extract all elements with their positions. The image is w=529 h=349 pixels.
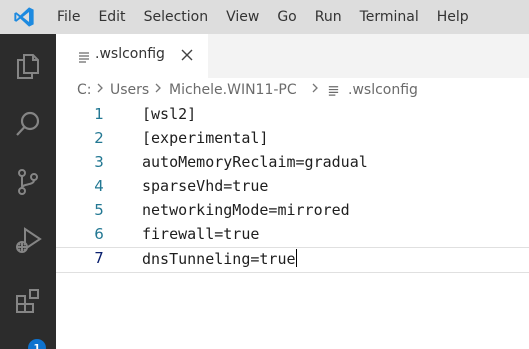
line-number: 3 bbox=[94, 153, 104, 171]
tab-label: .wslconfig bbox=[95, 46, 165, 62]
close-icon[interactable] bbox=[178, 46, 196, 64]
line-number: 5 bbox=[94, 201, 104, 219]
menu-selection[interactable]: Selection bbox=[135, 0, 218, 34]
file-lines-icon bbox=[77, 49, 91, 63]
search-icon[interactable] bbox=[0, 100, 56, 148]
code-text-content[interactable]: dnsTunneling=true bbox=[142, 250, 296, 268]
line-number: 6 bbox=[94, 225, 104, 243]
breadcrumb-drive[interactable]: C: bbox=[77, 82, 92, 98]
code-text[interactable]: networkingMode=mirrored bbox=[142, 201, 350, 219]
menu-bar: File Edit Selection View Go Run Terminal… bbox=[0, 0, 529, 34]
code-line-current[interactable]: 7 dnsTunneling=true bbox=[56, 247, 529, 273]
menu-go[interactable]: Go bbox=[268, 0, 305, 34]
code-line[interactable]: 2 [experimental] bbox=[56, 128, 529, 152]
code-line[interactable]: 5 networkingMode=mirrored bbox=[56, 200, 529, 224]
code-text[interactable]: [experimental] bbox=[142, 129, 268, 147]
extensions-icon[interactable] bbox=[0, 278, 56, 326]
code-text[interactable]: autoMemoryReclaim=gradual bbox=[142, 153, 368, 171]
menu-run[interactable]: Run bbox=[306, 0, 351, 34]
activity-bar: 1 bbox=[0, 34, 56, 349]
code-line[interactable]: 1 [wsl2] bbox=[56, 104, 529, 128]
text-cursor bbox=[295, 249, 298, 267]
menu-file[interactable]: File bbox=[48, 0, 89, 34]
run-debug-icon[interactable] bbox=[0, 216, 56, 264]
menu-edit[interactable]: Edit bbox=[89, 0, 134, 34]
breadcrumb-user-folder[interactable]: Michele.WIN11-PC bbox=[169, 82, 297, 98]
breadcrumb-users[interactable]: Users bbox=[110, 82, 149, 98]
tab-wslconfig[interactable]: .wslconfig bbox=[56, 34, 208, 78]
line-number: 2 bbox=[94, 129, 104, 147]
chevron-right-icon bbox=[96, 82, 104, 98]
code-text[interactable]: firewall=true bbox=[142, 225, 259, 243]
code-text[interactable]: dnsTunneling=true bbox=[142, 249, 298, 268]
code-text[interactable]: sparseVhd=true bbox=[142, 177, 268, 195]
menu-terminal[interactable]: Terminal bbox=[351, 0, 428, 34]
line-number: 7 bbox=[94, 249, 104, 267]
line-number: 4 bbox=[94, 177, 104, 195]
explorer-icon[interactable] bbox=[0, 42, 56, 90]
source-control-icon[interactable] bbox=[0, 158, 56, 206]
code-editor[interactable]: 1 [wsl2] 2 [experimental] 3 autoMemoryRe… bbox=[56, 104, 529, 349]
code-line[interactable]: 6 firewall=true bbox=[56, 224, 529, 248]
menu-view[interactable]: View bbox=[217, 0, 268, 34]
code-text[interactable]: [wsl2] bbox=[142, 105, 196, 123]
file-lines-icon bbox=[327, 84, 340, 101]
tab-strip: .wslconfig bbox=[56, 34, 529, 78]
extensions-badge: 1 bbox=[28, 339, 46, 349]
code-line[interactable]: 4 sparseVhd=true bbox=[56, 176, 529, 200]
breadcrumb: C: Users Michele.WIN11-PC .wslconfig bbox=[56, 78, 529, 104]
line-number: 1 bbox=[94, 105, 104, 123]
code-line[interactable]: 3 autoMemoryReclaim=gradual bbox=[56, 152, 529, 176]
chevron-right-icon bbox=[311, 82, 319, 98]
menu-help[interactable]: Help bbox=[428, 0, 478, 34]
chevron-right-icon bbox=[154, 82, 162, 98]
breadcrumb-file[interactable]: .wslconfig bbox=[348, 82, 418, 98]
vscode-logo-icon bbox=[0, 0, 48, 34]
